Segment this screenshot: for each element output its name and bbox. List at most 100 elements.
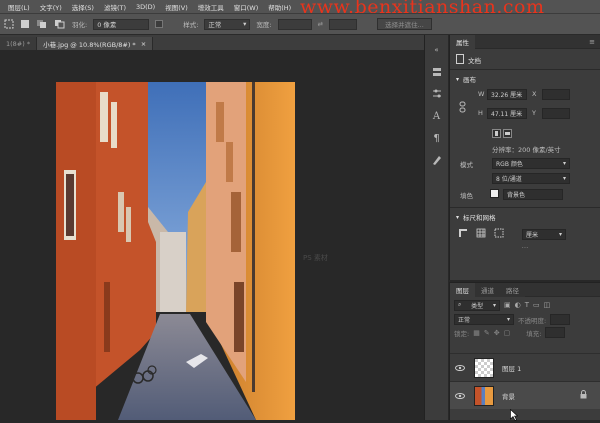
eye-icon[interactable]: [450, 364, 470, 371]
panel-menu-icon[interactable]: ≡: [589, 38, 595, 46]
swap-icon[interactable]: ⇄: [318, 20, 323, 28]
menu-item-window[interactable]: 窗口(W): [229, 2, 264, 12]
fill-swatch[interactable]: [490, 189, 499, 200]
adjustments-icon[interactable]: [430, 87, 444, 101]
menu-item-type[interactable]: 文字(Y): [35, 2, 67, 12]
lock-brush-icon[interactable]: ✎: [484, 329, 490, 337]
more-icon[interactable]: ···: [450, 244, 600, 252]
chevron-down-icon: ▾: [492, 301, 496, 309]
menu-item-view[interactable]: 视图(V): [160, 2, 193, 12]
tab-document-alley[interactable]: 小巷.jpg @ 10.8%(RGB/8#) * ×: [37, 37, 154, 50]
blend-mode-select[interactable]: 正常 ▾: [454, 314, 514, 325]
width-input[interactable]: [277, 18, 312, 30]
portrait-icon[interactable]: [492, 128, 501, 140]
history-icon[interactable]: [430, 65, 444, 79]
eye-icon[interactable]: [450, 392, 470, 399]
style-select[interactable]: 正常 ▾: [204, 18, 251, 30]
character-icon[interactable]: A: [430, 109, 444, 123]
collapse-icon[interactable]: «: [430, 43, 444, 57]
canvas-width-input[interactable]: 32.26 厘米: [487, 89, 527, 100]
lock-all-icon[interactable]: ▢: [504, 329, 511, 337]
alley-photo: [56, 82, 295, 420]
fill-label: 填充:: [526, 329, 542, 338]
units-select[interactable]: 厘米 ▾: [522, 228, 566, 240]
bit-depth-select[interactable]: 8 位/通道 ▾: [492, 173, 570, 184]
width-label: W: [478, 90, 485, 98]
tab-layers[interactable]: 图层: [450, 282, 475, 297]
orientation-group: [450, 126, 600, 142]
blend-mode-value: 正常: [458, 317, 471, 324]
filter-adjust-icon[interactable]: ◐: [515, 301, 521, 309]
tab-paths[interactable]: 路径: [500, 282, 525, 297]
resolution-text: 分辨率：200 像素/英寸: [492, 146, 561, 154]
chevron-down-icon: ▾: [506, 316, 510, 323]
canvas-size-group: W 32.26 厘米 X H 47.11 厘米 Y: [450, 88, 600, 126]
lock-label: 锁定:: [454, 329, 470, 338]
chevron-down-icon[interactable]: ▾: [456, 76, 459, 83]
tab-properties[interactable]: 属性: [450, 34, 475, 49]
fill-select[interactable]: 背景色: [503, 189, 563, 200]
menu-item-help[interactable]: 帮助(H): [263, 2, 296, 12]
search-icon: ⌕: [458, 301, 462, 308]
height-input[interactable]: [329, 18, 358, 30]
add-selection-icon[interactable]: [36, 19, 48, 29]
menu-item-plugins[interactable]: 增效工具: [193, 2, 229, 12]
grid-icon[interactable]: [476, 228, 486, 240]
layer-filter-select[interactable]: ⌕ 类型 ▾: [454, 299, 500, 311]
lock-icon: [580, 390, 587, 401]
alley-image: [56, 82, 295, 420]
layer-name: 背景: [502, 392, 515, 401]
filter-type-icon[interactable]: T: [525, 301, 529, 309]
guides-icon[interactable]: [494, 228, 504, 240]
layer-row[interactable]: 图层 1: [450, 353, 600, 381]
properties-tab-row: 属性 ≡: [450, 34, 600, 49]
mode-value: RGB 颜色: [496, 161, 523, 168]
layer-name: 图层 1: [502, 364, 522, 373]
tab-channels[interactable]: 通道: [475, 282, 500, 297]
filter-pixel-icon[interactable]: ▣: [504, 301, 511, 309]
filter-shape-icon[interactable]: ▭: [533, 301, 540, 309]
canvas-y-input[interactable]: [542, 108, 570, 119]
chevron-down-icon[interactable]: ▾: [456, 214, 459, 221]
select-and-mask-button[interactable]: 选择并遮住...: [377, 18, 432, 30]
chevron-down-icon: ▾: [243, 20, 247, 28]
menu-item-select[interactable]: 选择(S): [67, 2, 99, 12]
filter-smart-icon[interactable]: ◫: [544, 301, 551, 309]
paragraph-icon[interactable]: ¶: [430, 131, 444, 145]
link-icon[interactable]: [459, 101, 466, 115]
landscape-icon[interactable]: [503, 128, 512, 140]
chevron-down-icon: ▾: [562, 160, 566, 167]
rulers-section-title: 标尺和网格: [463, 214, 496, 222]
marquee-icon[interactable]: [4, 19, 14, 29]
mode-select[interactable]: RGB 颜色 ▾: [492, 158, 570, 169]
subtract-selection-icon[interactable]: [54, 19, 66, 29]
layer-row[interactable]: 背景: [450, 381, 600, 409]
close-icon[interactable]: ×: [141, 40, 146, 48]
new-selection-icon[interactable]: [20, 19, 30, 29]
style-label: 样式:: [183, 21, 199, 29]
document-canvas-area[interactable]: PS 素材: [0, 50, 420, 420]
menu-item-3d[interactable]: 3D(D): [131, 3, 160, 11]
lock-transparency-icon[interactable]: ▦: [473, 329, 480, 337]
fill-input[interactable]: [545, 327, 566, 338]
menu-item-filter[interactable]: 滤镜(T): [99, 2, 131, 12]
mode-label: 模式: [460, 160, 473, 169]
document-label: 文档: [468, 57, 481, 65]
style-value: 正常: [208, 21, 222, 29]
tab-label: 小巷.jpg @ 10.8%(RGB/8#) *: [43, 40, 136, 49]
brush-settings-icon[interactable]: [430, 153, 444, 167]
canvas-height-input[interactable]: 47.11 厘米: [487, 108, 527, 119]
canvas-x-input[interactable]: [542, 89, 570, 100]
layer-thumbnail: [474, 357, 494, 378]
lock-move-icon[interactable]: ✥: [494, 329, 500, 337]
tab-document-1[interactable]: 1(8#) *: [0, 37, 38, 50]
feather-input[interactable]: 0 像素: [93, 18, 150, 30]
document-icon: [456, 54, 464, 66]
opacity-input[interactable]: [550, 314, 571, 325]
canvas-section-title: 画布: [463, 76, 477, 84]
bit-depth-value: 8 位/通道: [496, 176, 522, 183]
filter-value: 类型: [471, 302, 484, 310]
ruler-icon[interactable]: [458, 228, 468, 240]
menu-item-layer[interactable]: 图层(L): [3, 2, 35, 12]
anti-alias-checkbox[interactable]: [155, 20, 164, 28]
